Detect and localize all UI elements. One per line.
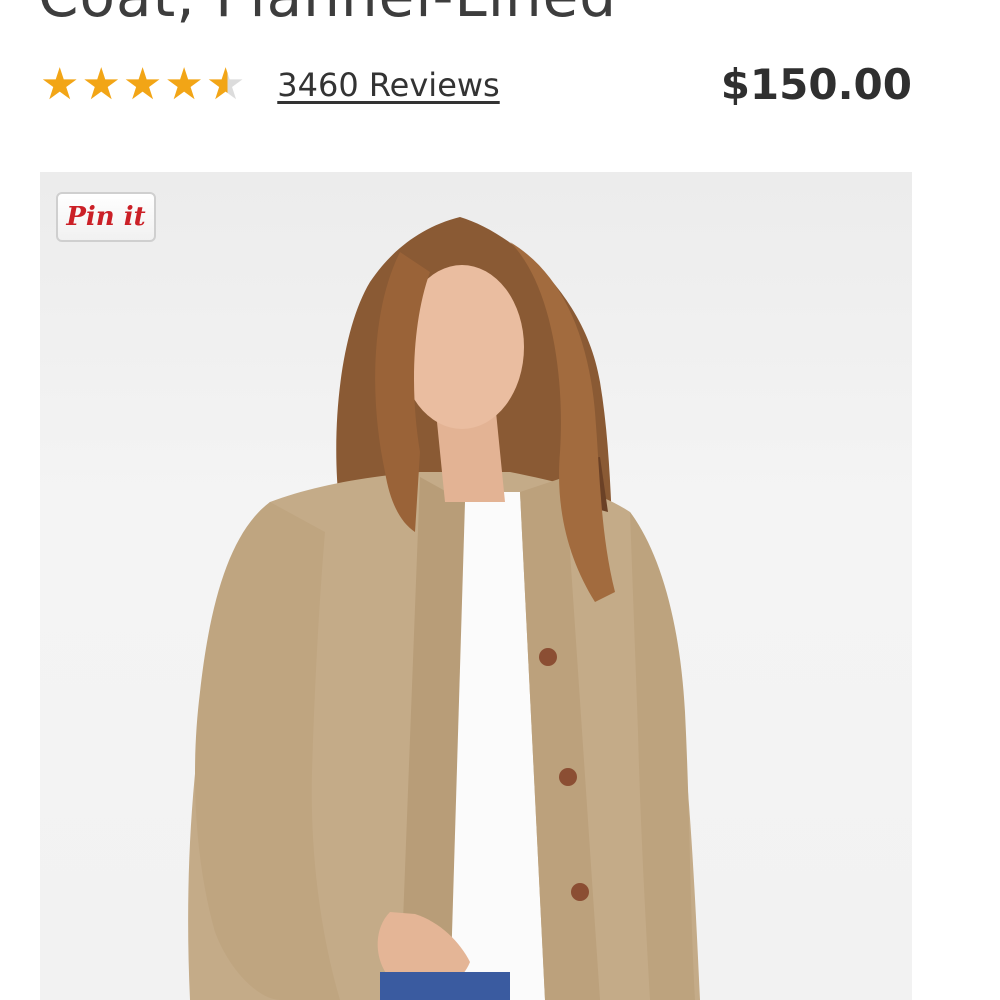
product-title: Coat, Flannel-Lined	[38, 0, 617, 30]
star-icon: ★	[40, 59, 80, 110]
star-icon: ★	[122, 59, 163, 110]
pin-it-button[interactable]: Pin it	[56, 192, 156, 242]
reviews-link[interactable]: 3460 Reviews	[277, 66, 499, 104]
star-half-icon: ★	[205, 59, 246, 110]
product-photo	[188, 217, 700, 1000]
star-icon: ★	[164, 59, 204, 110]
product-price: $150.00	[720, 60, 912, 109]
star-rating: ★ ★ ★ ★ ★	[40, 63, 245, 107]
rating-row: ★ ★ ★ ★ ★ 3460 Reviews	[40, 60, 500, 110]
star-icon: ★	[81, 59, 121, 110]
product-image[interactable]: Pin it	[40, 172, 912, 1000]
pinterest-pin-icon: Pin it	[66, 202, 146, 232]
